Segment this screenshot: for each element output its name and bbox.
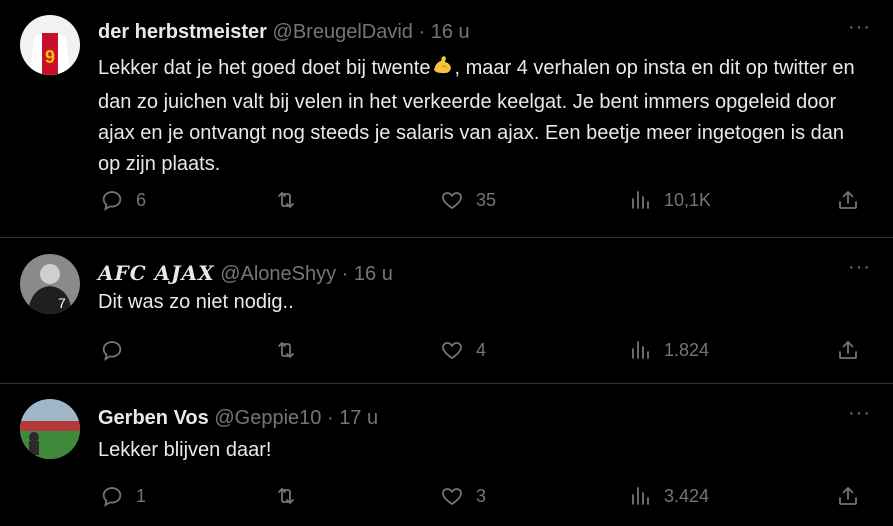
retweet-icon <box>278 488 294 504</box>
like-button[interactable]: 35 <box>440 188 496 212</box>
tweet-header: der herbstmeister @BreugelDavid · 16 u <box>98 21 470 44</box>
more-options-icon[interactable]: ··· <box>848 256 871 279</box>
action-bar: 4 1.824 <box>0 338 893 368</box>
analytics-icon <box>632 341 649 359</box>
like-count: 4 <box>476 339 487 360</box>
tweet-text: Dit was zo niet nodig.. <box>98 291 294 313</box>
reply-count: 6 <box>136 189 147 210</box>
reply-button[interactable]: 1 <box>100 484 146 508</box>
heart-icon <box>442 192 462 210</box>
retweet-icon <box>278 342 294 358</box>
tweet-header: 𝑨𝑭𝑪 𝑨𝑱𝑨𝑿 @AloneShyy · 16 u <box>98 261 393 286</box>
views-count: 1.824 <box>664 339 710 360</box>
reply-icon <box>102 487 122 507</box>
retweet-button[interactable] <box>274 338 310 362</box>
tweet[interactable]: 7 𝑨𝑭𝑪 𝑨𝑱𝑨𝑿 @AloneShyy · 16 u ··· Dit was… <box>0 237 893 384</box>
views-button[interactable]: 3.424 <box>628 484 709 508</box>
analytics-icon <box>632 191 649 209</box>
separator-dot: · <box>341 263 349 285</box>
timestamp[interactable]: 17 u <box>339 407 378 429</box>
display-name[interactable]: der herbstmeister <box>98 21 267 43</box>
action-bar: 1 3 3.424 <box>0 484 893 514</box>
views-count: 10,1K <box>664 189 712 210</box>
svg-text:7: 7 <box>58 295 66 311</box>
more-options-icon[interactable]: ··· <box>848 16 871 39</box>
like-button[interactable]: 4 <box>440 338 486 362</box>
share-icon <box>839 341 857 359</box>
action-bar: 6 35 10,1K <box>0 188 893 218</box>
user-handle[interactable]: @Geppie10 <box>214 407 321 429</box>
share-button[interactable] <box>836 188 860 212</box>
tweet-text-part: Lekker dat je het goed doet bij twente <box>98 57 431 79</box>
timestamp[interactable]: 16 u <box>431 21 470 43</box>
flexed-biceps-emoji-icon <box>430 53 454 87</box>
avatar[interactable]: 9 <box>20 15 80 75</box>
share-icon <box>839 191 857 209</box>
display-name[interactable]: Gerben Vos <box>98 407 209 429</box>
tweet[interactable]: 9 der herbstmeister @BreugelDavid · 16 u… <box>0 0 893 238</box>
display-name[interactable]: 𝑨𝑭𝑪 𝑨𝑱𝑨𝑿 <box>98 261 215 285</box>
timestamp[interactable]: 16 u <box>354 263 393 285</box>
reply-count: 1 <box>136 485 147 506</box>
share-icon <box>839 487 857 505</box>
views-count: 3.424 <box>664 485 710 506</box>
heart-icon <box>442 488 462 506</box>
reply-icon <box>102 341 122 361</box>
views-button[interactable]: 10,1K <box>628 188 711 212</box>
heart-icon <box>442 342 462 360</box>
tweet-text: Lekker dat je het goed doet bij twente, … <box>98 53 868 180</box>
avatar[interactable] <box>20 399 80 459</box>
share-button[interactable] <box>836 484 860 508</box>
svg-text:9: 9 <box>45 47 55 67</box>
like-count: 3 <box>476 485 487 506</box>
separator-dot: · <box>326 407 334 429</box>
separator-dot: · <box>418 21 426 43</box>
like-button[interactable]: 3 <box>440 484 486 508</box>
views-button[interactable]: 1.824 <box>628 338 709 362</box>
tweet-header: Gerben Vos @Geppie10 · 17 u <box>98 407 378 430</box>
retweet-button[interactable] <box>274 484 310 508</box>
share-button[interactable] <box>836 338 860 362</box>
retweet-icon <box>278 192 294 208</box>
tweet-text: Lekker blijven daar! <box>98 439 272 461</box>
user-handle[interactable]: @AloneShyy <box>220 263 336 285</box>
reply-button[interactable]: 6 <box>100 188 146 212</box>
retweet-button[interactable] <box>274 188 310 212</box>
avatar[interactable]: 7 <box>20 254 80 314</box>
more-options-icon[interactable]: ··· <box>848 402 871 425</box>
like-count: 35 <box>476 189 497 210</box>
reply-icon <box>102 191 122 211</box>
reply-button[interactable] <box>100 338 136 362</box>
user-handle[interactable]: @BreugelDavid <box>273 21 413 43</box>
analytics-icon <box>632 487 649 505</box>
tweet[interactable]: Gerben Vos @Geppie10 · 17 u ··· Lekker b… <box>0 383 893 526</box>
